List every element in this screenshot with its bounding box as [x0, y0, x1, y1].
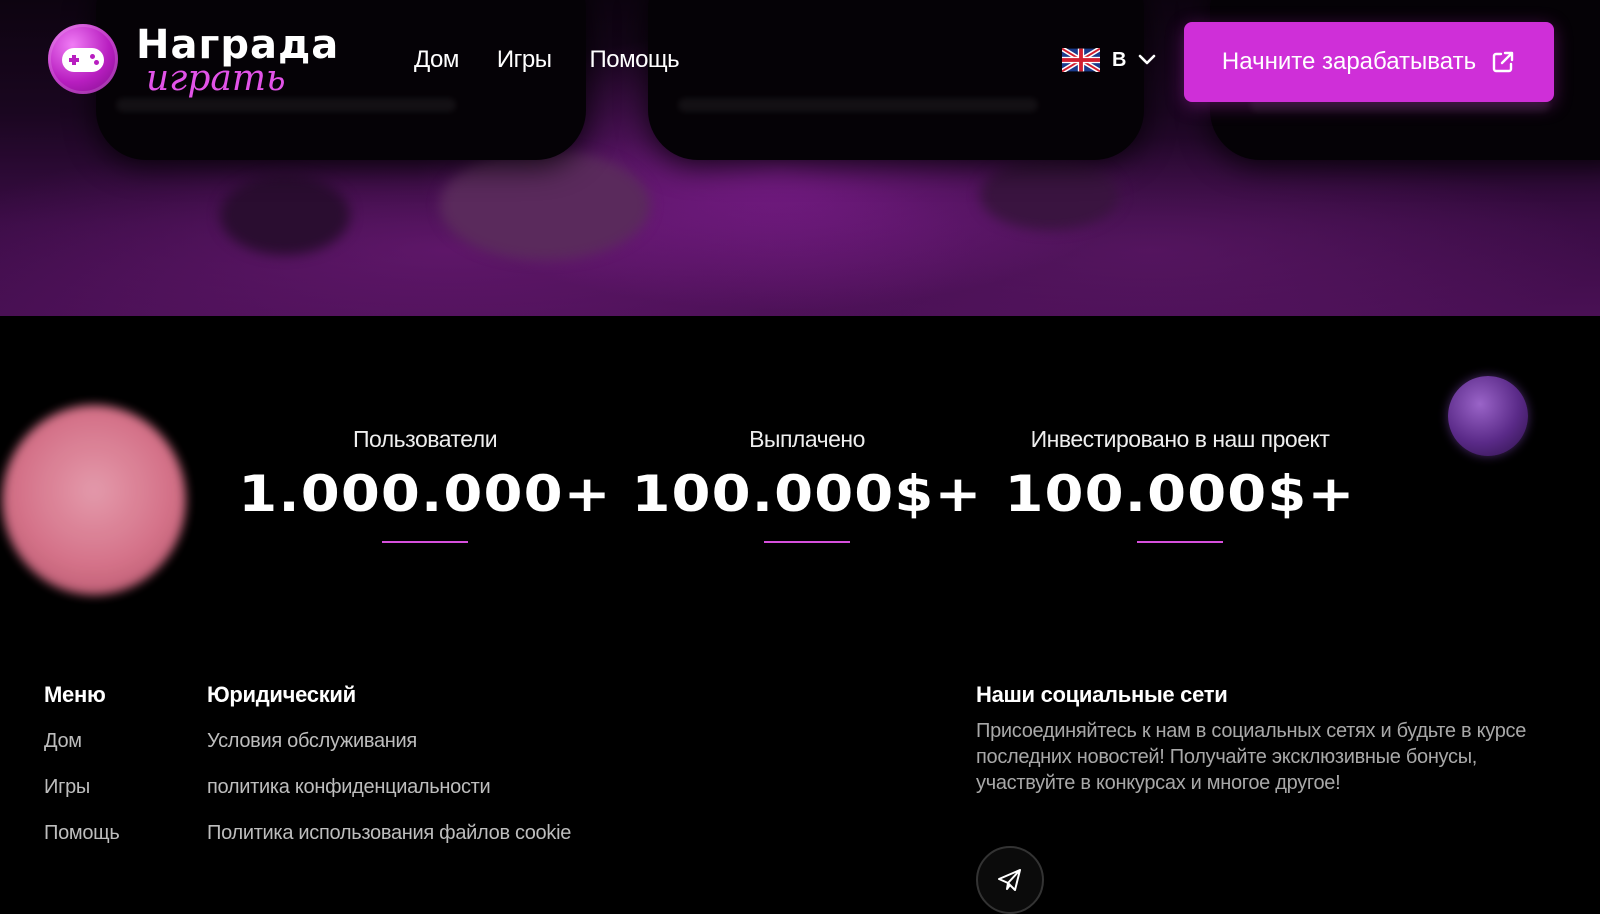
- nav-help[interactable]: Помощь: [589, 46, 679, 74]
- hero-rock-right: [980, 160, 1120, 230]
- decorative-orb-left: [2, 405, 186, 595]
- footer-link-home[interactable]: Дом: [44, 730, 82, 753]
- footer-link-privacy[interactable]: политика конфиденциальности: [207, 776, 491, 799]
- chevron-down-icon: [1139, 54, 1156, 65]
- stat-users: Пользователи 1.000.000+: [235, 426, 615, 543]
- uk-flag-icon: [1062, 48, 1100, 72]
- footer-menu-title: Меню: [44, 682, 106, 707]
- telegram-button[interactable]: [976, 846, 1044, 914]
- site-logo[interactable]: Награда играть: [48, 22, 408, 102]
- start-earning-label: Начните зарабатывать: [1221, 48, 1477, 75]
- footer-link-games[interactable]: Игры: [44, 776, 90, 799]
- stat-underline: [382, 541, 468, 543]
- footer-social-title: Наши социальные сети: [976, 682, 1228, 707]
- stat-value: 1.000.000+: [238, 465, 612, 523]
- stat-invested: Инвестировано в наш проект 100.000$+: [990, 426, 1370, 543]
- hero-card-center[interactable]: [648, 0, 1144, 160]
- hero-rock-center: [440, 150, 650, 260]
- footer-link-terms[interactable]: Условия обслуживания: [207, 730, 417, 753]
- start-earning-button[interactable]: Начните зарабатывать: [1184, 22, 1554, 102]
- footer-link-cookies[interactable]: Политика использования файлов cookie: [207, 822, 571, 845]
- main-nav: Дом Игры Помощь: [414, 46, 680, 74]
- stat-value: 100.000$+: [631, 465, 983, 523]
- logo-subtitle: играть: [146, 58, 286, 99]
- language-selector[interactable]: В: [1062, 48, 1156, 72]
- stat-label: Выплачено: [749, 426, 865, 452]
- nav-home[interactable]: Дом: [414, 46, 459, 74]
- stat-value: 100.000$+: [1004, 465, 1356, 523]
- hero-rock-left: [220, 175, 350, 255]
- external-link-icon: [1492, 51, 1514, 73]
- nav-games[interactable]: Игры: [497, 46, 552, 74]
- stat-underline: [764, 541, 850, 543]
- language-code: В: [1112, 48, 1127, 71]
- footer-link-help[interactable]: Помощь: [44, 822, 120, 845]
- stat-underline: [1137, 541, 1223, 543]
- gamepad-logo-icon: [48, 24, 118, 94]
- stat-paid-out: Выплачено 100.000$+: [617, 426, 997, 543]
- stat-label: Инвестировано в наш проект: [1030, 426, 1330, 452]
- decorative-orb-right: [1448, 376, 1528, 456]
- stat-label: Пользователи: [352, 426, 498, 452]
- footer-social-text: Присоединяйтесь к нам в социальных сетях…: [976, 720, 1527, 794]
- footer-legal-title: Юридический: [207, 682, 356, 707]
- telegram-icon: [998, 869, 1021, 891]
